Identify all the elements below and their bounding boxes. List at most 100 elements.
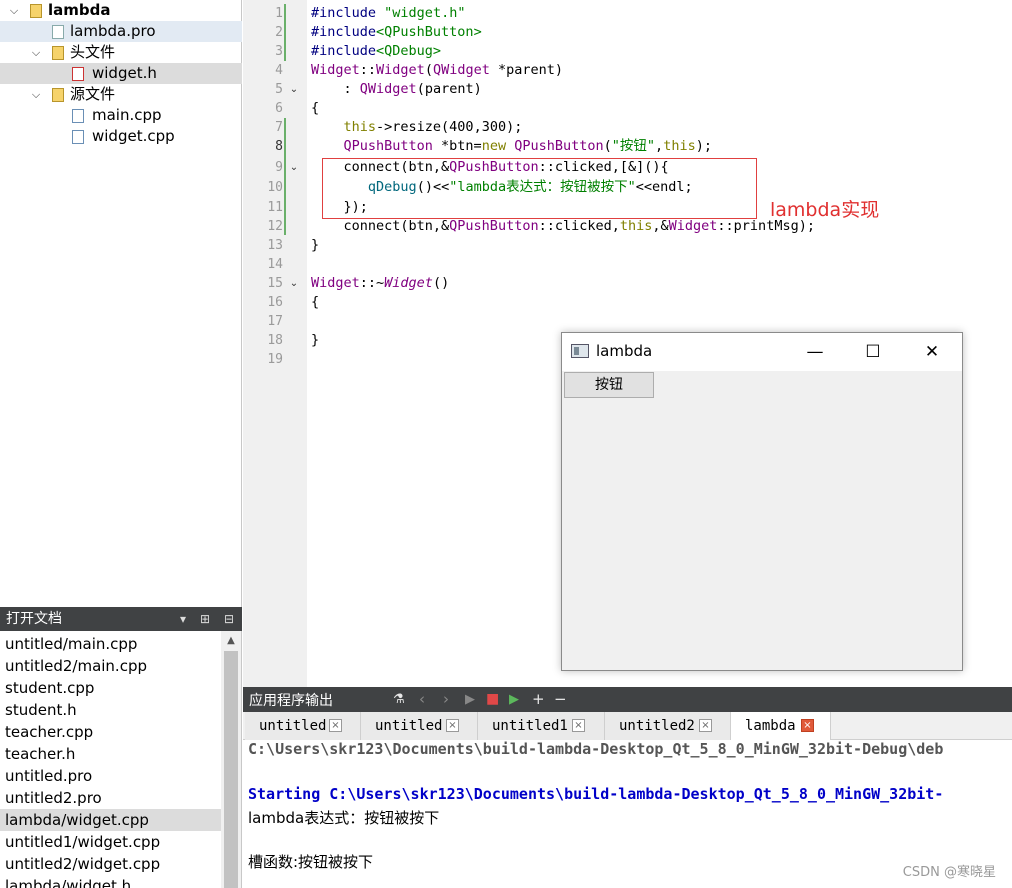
- scrollbar-thumb[interactable]: [224, 651, 238, 888]
- app-window-titlebar[interactable]: lambda — ☐ ✕: [562, 333, 962, 371]
- output-header: 应用程序输出 ⚗ ‹ › ▶ ■ ▶ + −: [243, 687, 1012, 712]
- dropdown-arrow-icon[interactable]: ▾: [180, 607, 186, 631]
- open-document-item[interactable]: untitled2/main.cpp: [0, 655, 221, 677]
- chevron-down-icon[interactable]: ⌵: [8, 0, 20, 21]
- stop-icon[interactable]: ■: [486, 690, 499, 709]
- fold-chevron-icon[interactable]: ⌄: [288, 158, 300, 177]
- scroll-up-icon[interactable]: ▲: [221, 631, 241, 651]
- tree-item-headers-folder[interactable]: ⌵ 头文件: [0, 42, 242, 63]
- tree-item-pro-file[interactable]: lambda.pro: [0, 21, 242, 42]
- output-tab[interactable]: untitled2 ×: [605, 712, 731, 740]
- open-document-item[interactable]: untitled2.pro: [0, 787, 221, 809]
- open-document-item[interactable]: untitled2/widget.cpp: [0, 853, 221, 875]
- open-document-item[interactable]: lambda/widget.h: [0, 875, 221, 888]
- output-tabs: untitled × untitled × untitled1 × untitled2 × la…: [243, 712, 1012, 740]
- chevron-down-icon[interactable]: ⌵: [30, 84, 42, 105]
- tree-item-label: lambda.pro: [70, 22, 156, 40]
- rerun-icon[interactable]: ▶: [509, 690, 519, 709]
- maximize-button[interactable]: ☐: [844, 333, 902, 371]
- tree-item-label: 源文件: [70, 85, 116, 103]
- tree-item-label: lambda: [48, 1, 111, 19]
- code-line: this->resize(400,300);: [343, 119, 523, 135]
- chevron-down-icon[interactable]: ⌵: [30, 42, 42, 63]
- minimize-button[interactable]: —: [786, 333, 844, 371]
- code-line: QPushButton *btn=new QPushButton("按钮",th…: [343, 138, 712, 154]
- output-tab[interactable]: untitled ×: [361, 712, 478, 740]
- push-button[interactable]: 按钮: [564, 372, 654, 398]
- output-tab[interactable]: untitled1 ×: [478, 712, 605, 740]
- line-number: 14: [267, 257, 283, 272]
- folder-icon: [52, 46, 64, 60]
- line-number: 6: [275, 101, 283, 116]
- split-icon[interactable]: ⊞: [200, 607, 210, 631]
- line-number: 4: [275, 63, 283, 78]
- line-number: 7: [275, 120, 283, 135]
- tree-item-label: 头文件: [70, 43, 116, 61]
- close-tab-icon[interactable]: ×: [801, 719, 814, 732]
- app-window: lambda — ☐ ✕ 按钮: [561, 332, 963, 671]
- code-line: {: [311, 100, 320, 116]
- close-button[interactable]: ✕: [903, 333, 961, 371]
- line-number-gutter: 1 2 3 4 5 ⌄ 6 7 8 9 ⌄ 10 11 12 13 14 15 ⌄ 16 17 18 19: [243, 0, 307, 687]
- output-title: 应用程序输出: [249, 693, 333, 709]
- line-number: 8: [275, 139, 283, 154]
- open-document-item[interactable]: lambda/widget.cpp: [0, 809, 221, 831]
- add-icon[interactable]: +: [532, 690, 545, 709]
- tree-item-sources-folder[interactable]: ⌵ 源文件: [0, 84, 242, 105]
- output-tab-label: untitled: [259, 718, 327, 734]
- output-tab[interactable]: untitled ×: [245, 712, 361, 740]
- output-tab[interactable]: lambda ×: [731, 712, 831, 740]
- open-documents-list: untitled/main.cpp untitled2/main.cpp stude…: [0, 631, 242, 888]
- scrollbar[interactable]: ▲: [221, 631, 241, 888]
- line-number: 9: [275, 160, 283, 175]
- tree-item-project-root[interactable]: ⌵ lambda: [0, 0, 242, 21]
- line-number: 10: [267, 180, 283, 195]
- close-tab-icon[interactable]: ×: [699, 719, 712, 732]
- open-document-item[interactable]: teacher.cpp: [0, 721, 221, 743]
- line-number: 18: [267, 333, 283, 348]
- close-tab-icon[interactable]: ×: [572, 719, 585, 732]
- open-document-item[interactable]: teacher.h: [0, 743, 221, 765]
- line-number: 15: [267, 276, 283, 291]
- close-pane-icon[interactable]: ⊟: [224, 607, 234, 631]
- code-line: #include<QPushButton>: [311, 24, 482, 40]
- code-line: {: [311, 294, 320, 310]
- tree-item-source-file[interactable]: main.cpp: [0, 105, 242, 126]
- fold-chevron-icon[interactable]: ⌄: [288, 274, 300, 293]
- tree-item-header-file[interactable]: widget.h: [0, 63, 242, 84]
- output-tab-label: lambda: [745, 718, 796, 734]
- output-line: C:\Users\skr123\Documents\build-lambda-D…: [248, 740, 944, 758]
- code-line: }: [311, 332, 320, 348]
- line-number: 5: [275, 82, 283, 97]
- remove-icon[interactable]: −: [554, 690, 567, 709]
- open-document-item[interactable]: student.h: [0, 699, 221, 721]
- watermark: CSDN @寒晓星: [902, 865, 996, 880]
- output-tab-label: untitled2: [619, 718, 695, 734]
- open-document-item[interactable]: untitled1/widget.cpp: [0, 831, 221, 853]
- window-icon: [571, 344, 589, 358]
- previous-icon[interactable]: ‹: [419, 690, 425, 709]
- run-icon[interactable]: ▶: [465, 690, 475, 709]
- output-tab-label: untitled1: [492, 718, 568, 734]
- tree-item-source-file[interactable]: widget.cpp: [0, 126, 242, 147]
- code-line: Widget::~Widget(): [311, 275, 450, 291]
- close-tab-icon[interactable]: ×: [329, 719, 342, 732]
- open-document-item[interactable]: untitled/main.cpp: [0, 633, 221, 655]
- open-document-item[interactable]: untitled.pro: [0, 765, 221, 787]
- close-tab-icon[interactable]: ×: [446, 719, 459, 732]
- line-number: 3: [275, 44, 283, 59]
- next-icon[interactable]: ›: [443, 690, 449, 709]
- filter-icon[interactable]: ⚗: [393, 690, 405, 709]
- line-number: 12: [267, 219, 283, 234]
- tree-item-label: widget.h: [92, 64, 157, 82]
- header-file-icon: [72, 67, 84, 81]
- open-documents-title: 打开文档: [6, 611, 62, 627]
- code-line: #include<QDebug>: [311, 43, 442, 59]
- fold-chevron-icon[interactable]: ⌄: [288, 80, 300, 99]
- line-number: 13: [267, 238, 283, 253]
- output-text[interactable]: C:\Users\skr123\Documents\build-lambda-D…: [243, 740, 1012, 888]
- open-document-item[interactable]: student.cpp: [0, 677, 221, 699]
- app-window-title: lambda: [596, 342, 653, 360]
- annotation-label: lambda实现: [770, 199, 880, 221]
- line-number: 17: [267, 314, 283, 329]
